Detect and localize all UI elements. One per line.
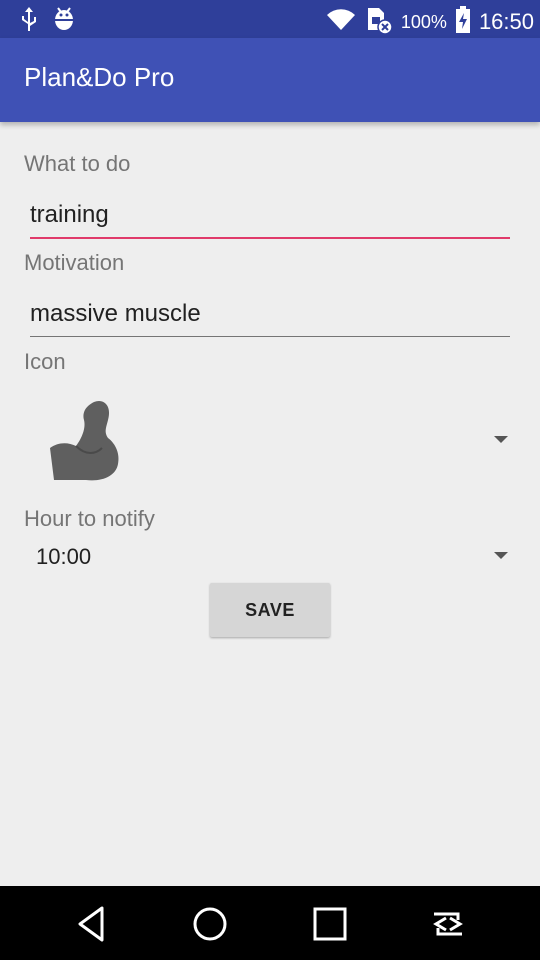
what-to-do-label: What to do xyxy=(24,151,131,176)
what-to-do-input[interactable] xyxy=(30,193,510,239)
app-bar: Plan&Do Pro xyxy=(0,38,540,122)
recents-icon[interactable] xyxy=(310,904,350,944)
sim-no-signal-icon xyxy=(365,6,393,38)
chevron-down-icon xyxy=(494,552,508,559)
motivation-label: Motivation xyxy=(24,250,125,275)
flexed-bicep-icon xyxy=(46,398,124,488)
hour-spinner[interactable]: 10:00 xyxy=(24,538,516,578)
battery-charging-icon xyxy=(455,6,471,38)
icon-label: Icon xyxy=(24,349,66,374)
save-button[interactable]: SAVE xyxy=(210,583,330,637)
chevron-down-icon xyxy=(494,436,508,443)
wifi-icon xyxy=(325,8,357,36)
screen-rotate-icon[interactable] xyxy=(428,904,468,944)
navigation-bar xyxy=(0,886,540,960)
android-debug-icon xyxy=(52,6,76,36)
home-icon[interactable] xyxy=(190,904,230,944)
usb-icon xyxy=(20,6,38,36)
back-icon[interactable] xyxy=(72,904,112,944)
hour-value: 10:00 xyxy=(36,544,92,569)
icon-spinner[interactable] xyxy=(24,388,516,498)
app-title: Plan&Do Pro xyxy=(24,62,175,92)
status-bar: 100% 16:50 xyxy=(0,0,540,38)
motivation-input[interactable] xyxy=(30,292,510,337)
battery-percent: 100% xyxy=(400,11,447,32)
hour-to-notify-label: Hour to notify xyxy=(24,506,155,531)
clock: 16:50 xyxy=(478,9,534,34)
